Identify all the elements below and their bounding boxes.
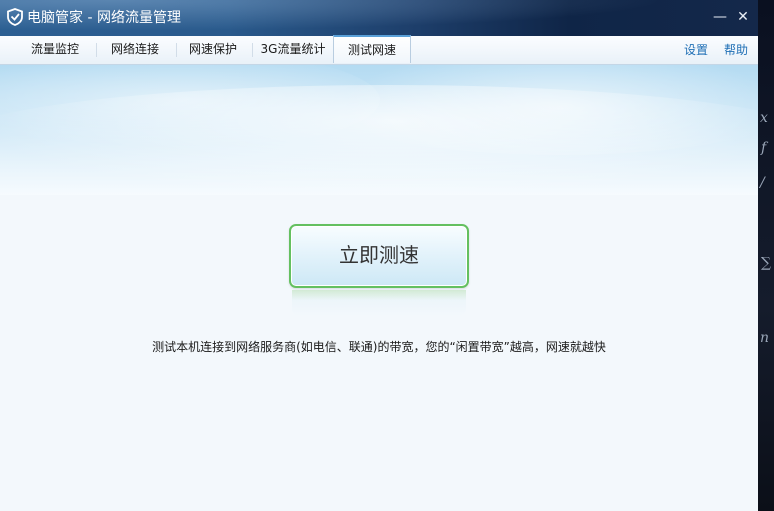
desktop-glyph: / — [760, 175, 765, 191]
desktop-background: x f / ∑ n — [758, 0, 774, 511]
tab-speed-protection[interactable]: 网速保护 — [178, 36, 248, 64]
tab-network-connections[interactable]: 网络连接 — [98, 36, 172, 64]
desktop-glyph: f — [761, 140, 767, 156]
title-bar[interactable]: 电脑管家 - 网络流量管理 — ✕ — [0, 0, 758, 36]
desktop-glyph: ∑ — [761, 255, 771, 271]
help-link[interactable]: 帮助 — [724, 36, 748, 64]
tab-3g-statistics[interactable]: 3G流量统计 — [254, 36, 332, 64]
button-reflection — [292, 290, 466, 316]
settings-link[interactable]: 设置 — [684, 36, 708, 64]
tab-bar: 流量监控 网络连接 网速保护 3G流量统计 测试网速 设置 帮助 — [0, 35, 758, 65]
close-icon[interactable]: ✕ — [734, 8, 752, 26]
window-title: 电脑管家 - 网络流量管理 — [27, 10, 181, 26]
tab-traffic-monitor[interactable]: 流量监控 — [18, 36, 92, 64]
tab-divider — [96, 43, 97, 57]
tab-speed-test[interactable]: 测试网速 — [333, 35, 411, 63]
tab-divider — [252, 43, 253, 57]
app-window: 电脑管家 - 网络流量管理 — ✕ 流量监控 网络连接 网速保护 3G流量统计 … — [0, 0, 758, 511]
header-banner — [0, 65, 758, 195]
start-speed-test-button[interactable]: 立即测速 — [289, 224, 469, 288]
minimize-icon[interactable]: — — [711, 8, 729, 26]
desktop-glyph: x — [760, 110, 768, 126]
shield-logo-icon — [7, 8, 23, 26]
desktop-glyph: n — [760, 330, 770, 346]
speed-test-description: 测试本机连接到网络服务商(如电信、联通)的带宽，您的“闲置带宽”越高，网速就越快 — [152, 340, 606, 354]
tab-divider — [176, 43, 177, 57]
